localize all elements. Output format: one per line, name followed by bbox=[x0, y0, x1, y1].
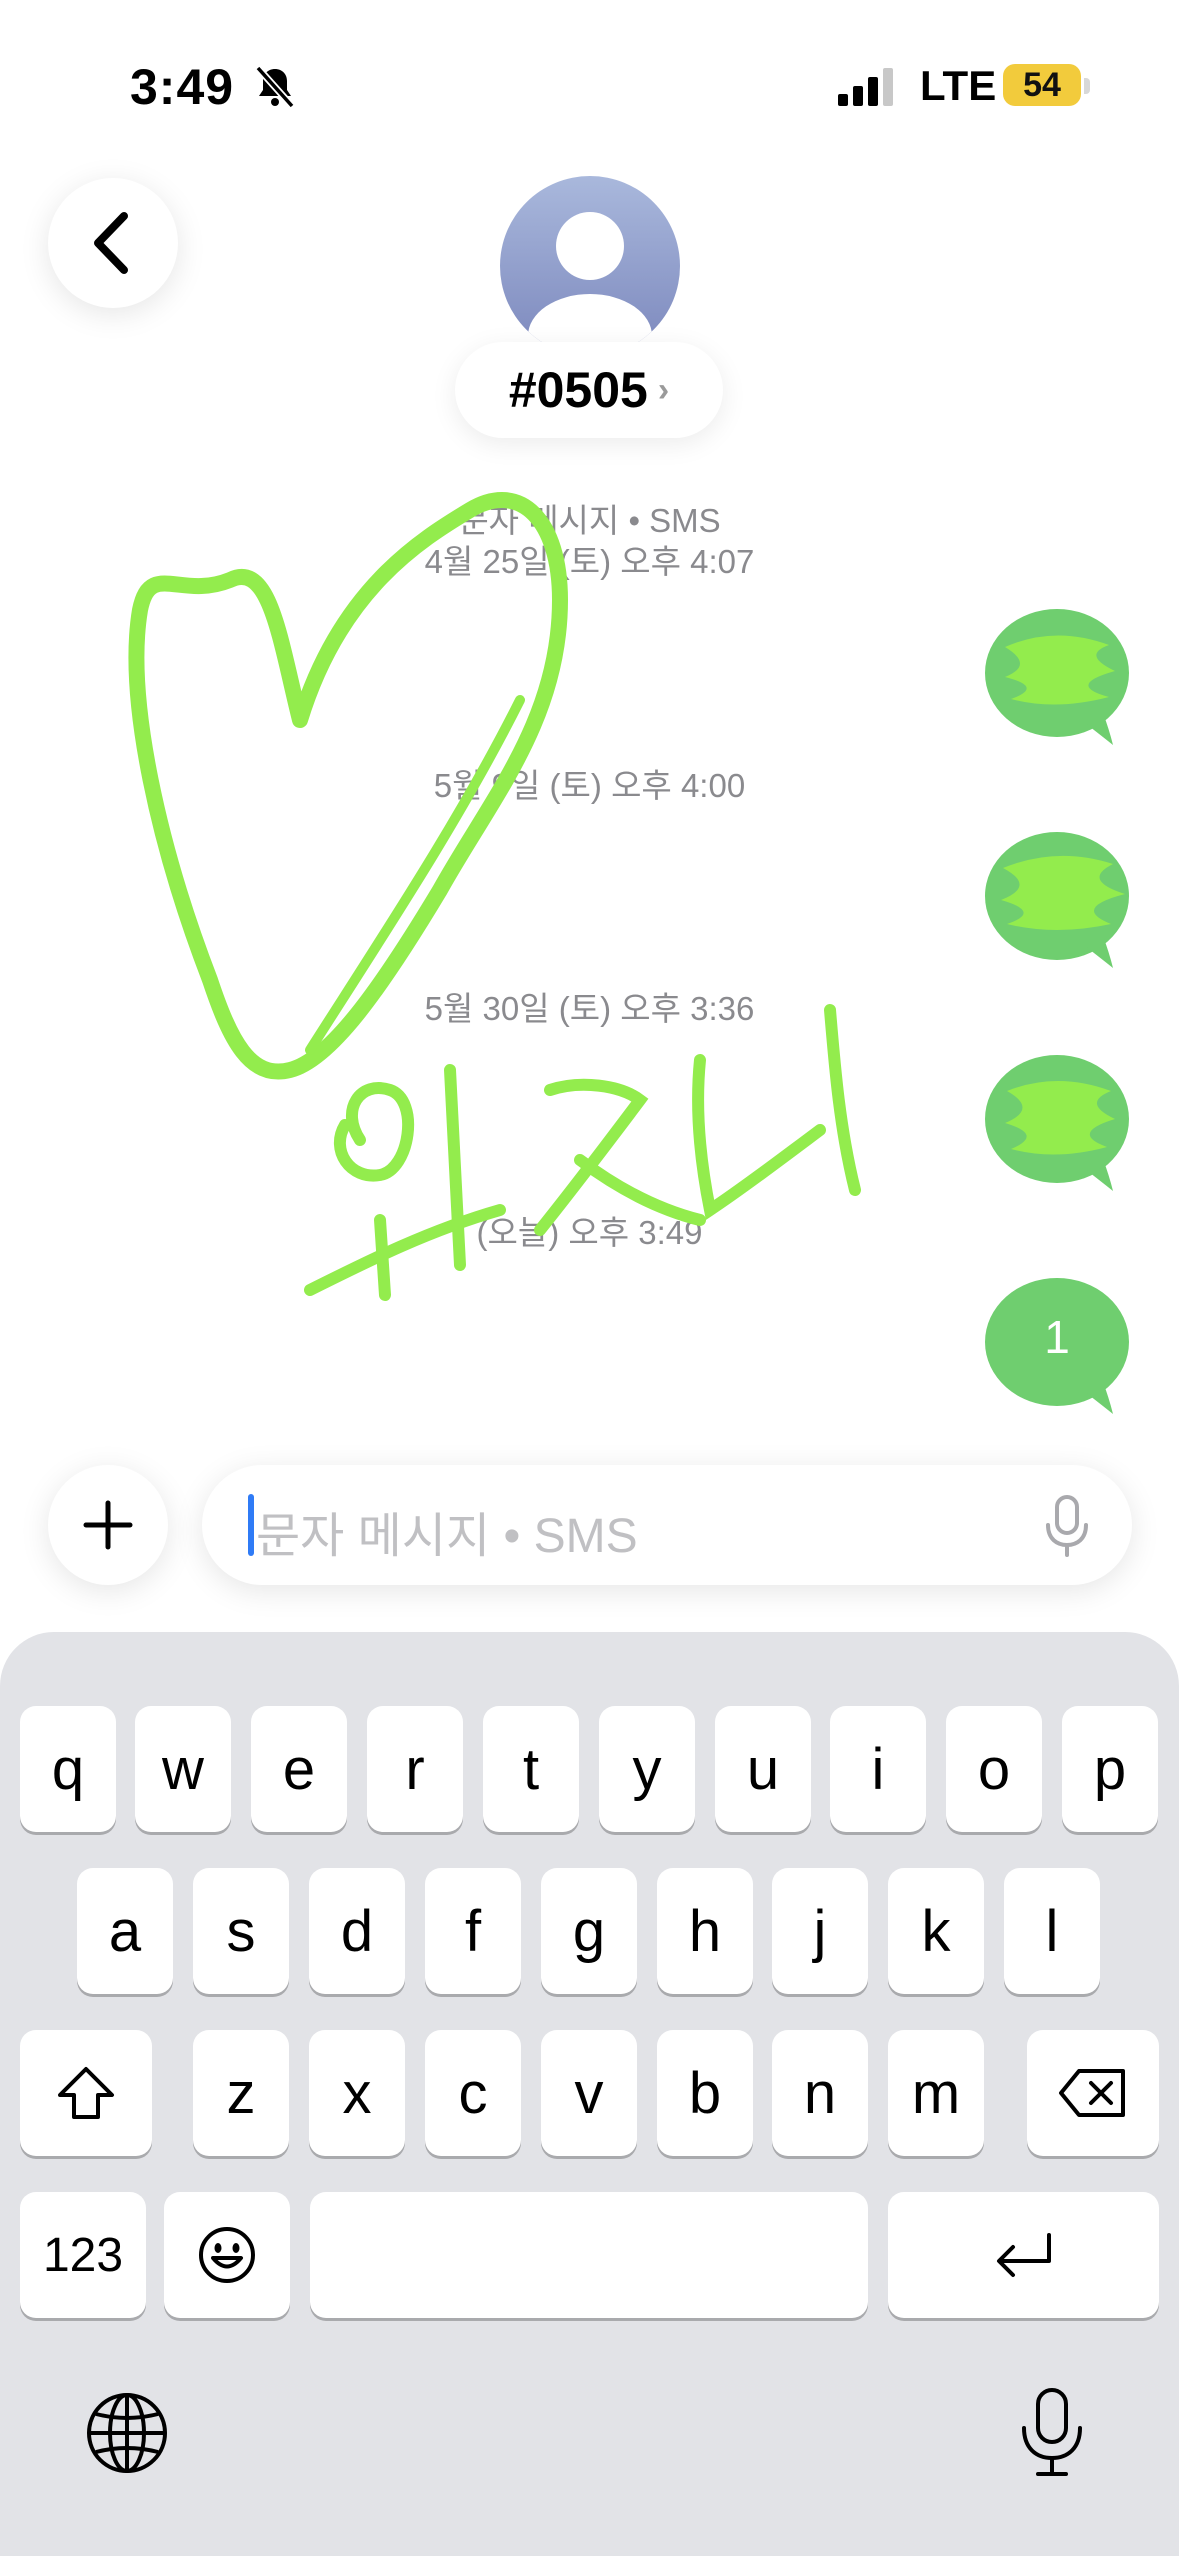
key-p[interactable]: p bbox=[1062, 1706, 1158, 1832]
input-placeholder: 문자 메시지 • SMS bbox=[256, 1510, 638, 1563]
key-i[interactable]: i bbox=[830, 1706, 926, 1832]
key-b[interactable]: b bbox=[657, 2030, 753, 2156]
key-v[interactable]: v bbox=[541, 2030, 637, 2156]
key-t[interactable]: t bbox=[483, 1706, 579, 1832]
numbers-key[interactable]: 123 bbox=[20, 2192, 146, 2318]
key-f[interactable]: f bbox=[425, 1868, 521, 1994]
add-attachment-button[interactable] bbox=[48, 1465, 168, 1585]
delete-key[interactable] bbox=[1027, 2030, 1159, 2156]
key-m[interactable]: m bbox=[888, 2030, 984, 2156]
key-z[interactable]: z bbox=[193, 2030, 289, 2156]
status-time: 3:49 bbox=[130, 59, 235, 115]
return-icon bbox=[996, 2233, 1051, 2277]
key-o[interactable]: o bbox=[946, 1706, 1042, 1832]
microphone-icon[interactable] bbox=[1042, 1495, 1092, 1557]
key-q[interactable]: q bbox=[20, 1706, 116, 1832]
return-key[interactable] bbox=[888, 2192, 1159, 2318]
key-s[interactable]: s bbox=[193, 1868, 289, 1994]
bell-slash-icon bbox=[255, 65, 295, 109]
person-avatar-icon bbox=[528, 212, 652, 356]
key-c[interactable]: c bbox=[425, 2030, 521, 2156]
key-r[interactable]: r bbox=[367, 1706, 463, 1832]
back-button[interactable] bbox=[48, 178, 178, 308]
battery-cap bbox=[1084, 78, 1090, 94]
key-h[interactable]: h bbox=[657, 1868, 753, 1994]
key-a[interactable]: a bbox=[77, 1868, 173, 1994]
handwritten-signature bbox=[304, 1004, 861, 1301]
battery-icon: 54 bbox=[1003, 64, 1081, 106]
key-e[interactable]: e bbox=[251, 1706, 347, 1832]
signal-icon bbox=[838, 68, 893, 106]
battery-level: 54 bbox=[1023, 66, 1061, 104]
key-y[interactable]: y bbox=[599, 1706, 695, 1832]
globe-icon[interactable] bbox=[84, 2390, 170, 2476]
key-x[interactable]: x bbox=[309, 2030, 405, 2156]
plus-icon bbox=[83, 1500, 133, 1550]
shift-key[interactable] bbox=[20, 2030, 152, 2156]
key-j[interactable]: j bbox=[772, 1868, 868, 1994]
contact-name-button[interactable]: #0505 › bbox=[455, 342, 723, 438]
shift-icon bbox=[58, 2067, 114, 2119]
key-d[interactable]: d bbox=[309, 1868, 405, 1994]
emoji-key[interactable] bbox=[164, 2192, 290, 2318]
key-g[interactable]: g bbox=[541, 1868, 637, 1994]
contact-chevron: › bbox=[657, 370, 670, 409]
key-n[interactable]: n bbox=[772, 2030, 868, 2156]
back-chevron-icon bbox=[94, 212, 128, 274]
space-key[interactable] bbox=[310, 2192, 868, 2318]
dictation-icon[interactable] bbox=[1016, 2386, 1088, 2478]
keyboard: q w e r t y u i o p a s d f g h j k l z … bbox=[0, 1632, 1179, 2556]
emoji-icon bbox=[199, 2227, 255, 2283]
network-label: LTE bbox=[920, 62, 997, 109]
avatar[interactable] bbox=[500, 176, 680, 356]
key-w[interactable]: w bbox=[135, 1706, 231, 1832]
key-l[interactable]: l bbox=[1004, 1868, 1100, 1994]
contact-name: #0505 bbox=[508, 362, 648, 418]
key-k[interactable]: k bbox=[888, 1868, 984, 1994]
key-u[interactable]: u bbox=[715, 1706, 811, 1832]
text-cursor bbox=[248, 1494, 254, 1556]
delete-icon bbox=[1059, 2069, 1125, 2117]
